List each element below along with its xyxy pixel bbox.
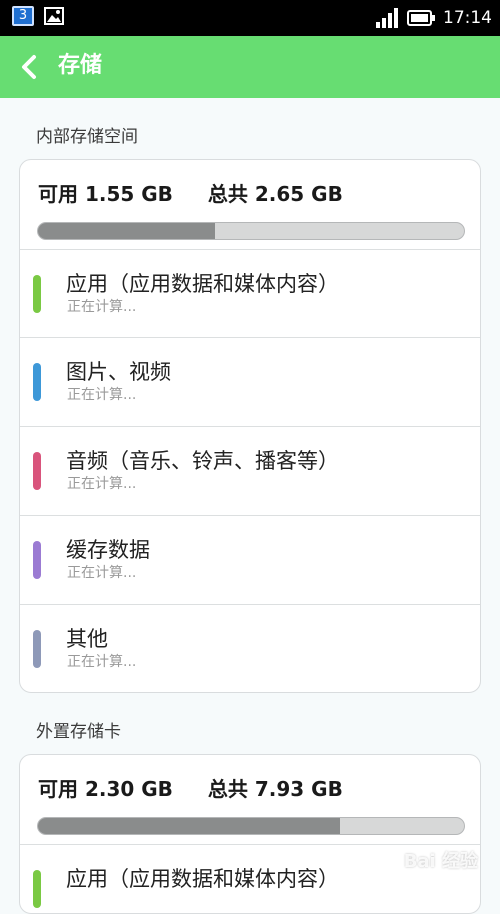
color-swatch <box>33 275 41 313</box>
color-swatch <box>33 870 41 908</box>
storage-item-status: 正在计算... <box>67 387 137 403</box>
internal-available-text: 可用 1.55 GB <box>38 182 173 206</box>
notification-badge-icon: 3 <box>12 6 34 26</box>
signal-icon <box>376 8 398 28</box>
status-bar: 3 17:14 <box>0 0 500 36</box>
watermark: Bai 经验 <box>403 851 478 872</box>
storage-item-label: 其他 <box>66 627 108 651</box>
color-swatch <box>33 630 41 668</box>
storage-item-label: 图片、视频 <box>66 360 171 384</box>
storage-item-status: 正在计算... <box>67 299 137 315</box>
storage-item-label: 应用（应用数据和媒体内容） <box>66 272 339 296</box>
app-bar: 存储 <box>0 36 500 98</box>
external-storage-summary: 可用 2.30 GB 总共 7.93 GB <box>38 773 343 802</box>
clock: 17:14 <box>443 8 492 28</box>
internal-storage-card: 可用 1.55 GB 总共 2.65 GB 应用（应用数据和媒体内容） 正在计算… <box>19 159 481 693</box>
storage-item-audio[interactable]: 音频（音乐、铃声、播客等） 正在计算... <box>20 426 480 515</box>
external-usage-bar-fill <box>38 818 341 834</box>
battery-icon <box>407 10 435 26</box>
storage-item-label: 缓存数据 <box>66 538 150 562</box>
storage-item-label: 音频（音乐、铃声、播客等） <box>66 449 339 473</box>
internal-storage-summary: 可用 1.55 GB 总共 2.65 GB <box>38 178 343 207</box>
color-swatch <box>33 363 41 401</box>
storage-item-cache[interactable]: 缓存数据 正在计算... <box>20 515 480 604</box>
external-storage-card: 可用 2.30 GB 总共 7.93 GB 应用（应用数据和媒体内容） <box>19 754 481 914</box>
storage-item-other[interactable]: 其他 正在计算... <box>20 604 480 692</box>
external-usage-bar <box>37 817 465 835</box>
internal-total-text: 总共 2.65 GB <box>207 182 343 206</box>
external-total-text: 总共 7.93 GB <box>207 777 343 801</box>
internal-usage-bar-fill <box>38 223 215 239</box>
storage-item-pictures-videos[interactable]: 图片、视频 正在计算... <box>20 337 480 426</box>
internal-storage-section-title: 内部存储空间 <box>36 127 138 147</box>
page-title: 存储 <box>58 53 103 78</box>
storage-item-apps[interactable]: 应用（应用数据和媒体内容） 正在计算... <box>20 249 480 338</box>
color-swatch <box>33 541 41 579</box>
storage-item-status: 正在计算... <box>67 654 137 670</box>
external-storage-section-title: 外置存储卡 <box>36 722 121 742</box>
image-icon <box>44 7 64 25</box>
internal-usage-bar <box>37 222 465 240</box>
storage-item-status: 正在计算... <box>67 476 137 492</box>
color-swatch <box>33 452 41 490</box>
external-available-text: 可用 2.30 GB <box>38 777 173 801</box>
storage-item-status: 正在计算... <box>67 565 137 581</box>
chevron-left-icon[interactable] <box>18 54 40 80</box>
